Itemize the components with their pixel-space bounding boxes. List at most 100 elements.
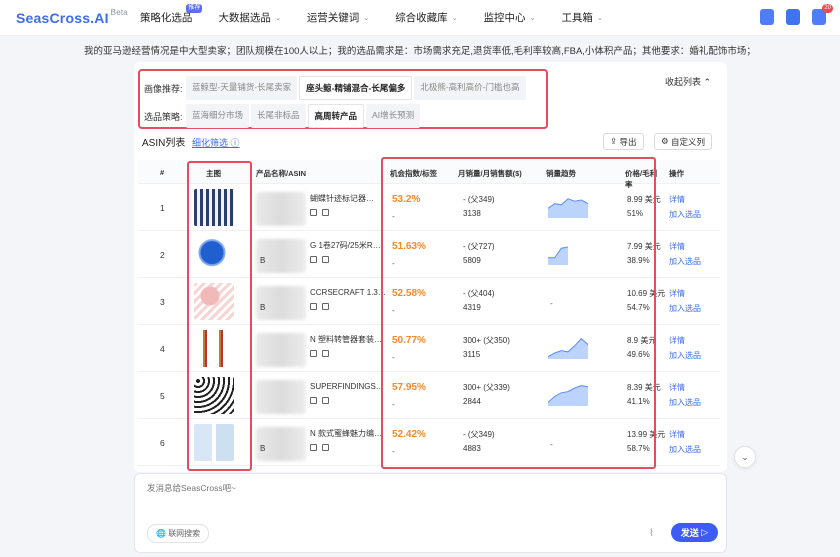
copy-icon[interactable] <box>310 397 317 404</box>
chevron-down-icon: ⌄ <box>529 14 536 22</box>
add-to-selection-link[interactable]: 加入选品 <box>669 303 701 314</box>
add-to-selection-link[interactable]: 加入选品 <box>669 350 701 361</box>
copy-icon[interactable] <box>310 444 317 451</box>
asin-code: B <box>260 303 266 312</box>
asin-list-title: ASIN列表 <box>142 138 186 149</box>
nav-item-1[interactable]: 大数据选品 ⌄ <box>218 10 280 25</box>
send-button[interactable]: 发送 ▷ <box>671 523 718 542</box>
nav-actions: 20 <box>760 4 833 25</box>
tactic-chip-0[interactable]: 蓝海细分市场 <box>186 104 250 128</box>
col-name: 产品名称/ASIN <box>256 169 307 178</box>
detail-link[interactable]: 详情 <box>669 241 685 252</box>
external-link-icon[interactable] <box>322 303 329 310</box>
beta-tag: Beta <box>110 7 128 17</box>
export-icon: ⇪ <box>610 136 620 146</box>
external-link-icon[interactable] <box>322 444 329 451</box>
persona-chip-2[interactable]: 北极熊-高利高价-门槛也高 <box>414 76 526 100</box>
detail-link[interactable]: 详情 <box>669 194 685 205</box>
external-link-icon[interactable] <box>322 209 329 216</box>
copy-icon[interactable] <box>310 209 317 216</box>
nav-item-label: 综合收藏库 <box>395 12 448 24</box>
tactic-chip-3[interactable]: AI增长预测 <box>366 104 421 128</box>
row-index: 6 <box>160 438 165 448</box>
tactic-chip-2[interactable]: 高周转产品 <box>307 104 365 128</box>
user-prompt-text: 我的亚马逊经营情况是中大型卖家；团队规模在100人以上；我的选品需求是：市场需求… <box>84 46 756 57</box>
copy-icon[interactable] <box>310 350 317 357</box>
image-column-highlight <box>187 161 252 471</box>
custom-columns-label: 自定义列 <box>670 136 705 147</box>
detail-link[interactable]: 详情 <box>669 335 685 346</box>
asin-code: B <box>260 444 266 453</box>
persona-chip-0[interactable]: 蓝鲸型-天量铺货-长尾卖家 <box>186 76 298 100</box>
nav-item-2[interactable]: 运营关键词 ⌄ <box>307 10 369 25</box>
nav-item-label: 运营关键词 <box>306 12 360 24</box>
product-actions <box>310 303 329 310</box>
metrics-highlight <box>381 157 656 469</box>
product-name[interactable]: SUPERFINDINGS 125件安全… <box>310 381 386 392</box>
info-icon: ⓘ <box>230 138 240 148</box>
product-name[interactable]: 蝴蝶针迹标记器… <box>310 193 374 204</box>
bell-icon[interactable]: 20 <box>812 4 833 25</box>
copy-icon[interactable] <box>310 256 317 263</box>
tactic-label: 选品策略: <box>144 111 183 122</box>
app-logo[interactable]: SeasCross.AI Beta <box>16 7 128 26</box>
product-name[interactable]: G 1卷27码/25米R… <box>310 240 381 251</box>
book-icon[interactable] <box>786 9 800 25</box>
chat-input[interactable] <box>147 483 547 493</box>
notification-badge: 20 <box>822 4 833 13</box>
detail-link[interactable]: 详情 <box>669 382 685 393</box>
external-link-icon[interactable] <box>322 397 329 404</box>
detail-link[interactable]: 详情 <box>669 429 685 440</box>
copy-icon[interactable] <box>310 303 317 310</box>
chevron-down-icon: ⌄ <box>596 14 603 22</box>
tactic-row: 选品策略: 蓝海细分市场 长尾非标品 高周转产品 AI增长预测 <box>144 104 422 128</box>
add-to-selection-link[interactable]: 加入选品 <box>669 209 701 220</box>
nav-item-label: 大数据选品 <box>218 12 271 24</box>
product-actions <box>310 444 329 451</box>
result-card: 画像推荐: 蓝鲸型-天量铺货-长尾卖家 座头鲸-精铺混合-长尾偏多 北极熊-高利高价… <box>134 62 727 472</box>
chat-composer: 🌐 联网搜索 ⌇ 发送 ▷ <box>134 473 727 553</box>
product-name[interactable]: CCRSECRAFT 1.34英寸巨型R… <box>310 287 386 298</box>
row-index: 3 <box>160 297 165 307</box>
nav-item-label: 工具箱 <box>561 12 593 24</box>
nav-item-0[interactable]: 策略化选品 推荐 <box>139 4 203 25</box>
nav-item-label: 监控中心 <box>483 12 526 24</box>
redacted-brand <box>256 192 306 226</box>
nav-item-label: 策略化选品 <box>139 12 193 24</box>
nav-item-3[interactable]: 综合收藏库 ⌄ <box>395 10 457 25</box>
detail-link[interactable]: 详情 <box>669 288 685 299</box>
external-link-icon[interactable] <box>322 256 329 263</box>
refine-filter-link[interactable]: 细化筛选 ⓘ <box>192 136 240 149</box>
nav-item-5[interactable]: 工具箱 ⌄ <box>561 10 602 25</box>
col-index: # <box>160 168 165 177</box>
send-icon: ▷ <box>698 527 709 537</box>
add-to-selection-link[interactable]: 加入选品 <box>669 397 701 408</box>
add-to-selection-link[interactable]: 加入选品 <box>669 444 701 455</box>
redacted-brand <box>256 380 306 414</box>
gear-icon: ⚙ <box>661 136 671 146</box>
main-menu: 策略化选品 推荐 大数据选品 ⌄ 运营关键词 ⌄ 综合收藏库 ⌄ 监控中心 ⌄ 工具箱 ⌄ <box>139 4 629 25</box>
export-button[interactable]: ⇪ 导出 <box>603 133 644 150</box>
row-index: 2 <box>160 250 165 260</box>
web-search-toggle[interactable]: 🌐 联网搜索 <box>147 524 210 543</box>
custom-columns-button[interactable]: ⚙ 自定义列 <box>654 133 712 150</box>
persona-row: 画像推荐: 蓝鲸型-天量铺货-长尾卖家 座头鲸-精铺混合-长尾偏多 北极熊-高利高价… <box>144 76 528 100</box>
external-link-icon[interactable] <box>322 350 329 357</box>
product-actions <box>310 256 329 263</box>
persona-label: 画像推荐: <box>144 83 183 94</box>
row-index: 5 <box>160 391 165 401</box>
document-icon[interactable] <box>760 9 774 25</box>
persona-chip-1[interactable]: 座头鲸-精铺混合-长尾偏多 <box>299 76 413 100</box>
add-to-selection-link[interactable]: 加入选品 <box>669 256 701 267</box>
recommend-badge: 推荐 <box>186 4 203 13</box>
row-index: 4 <box>160 344 165 354</box>
chevron-down-icon: ⌄ <box>741 451 749 462</box>
product-actions <box>310 350 329 357</box>
tactic-chip-1[interactable]: 长尾非标品 <box>251 104 306 128</box>
nav-item-4[interactable]: 监控中心 ⌄ <box>484 10 536 25</box>
collapse-list-button[interactable]: 收起列表 ⌃ <box>665 75 711 88</box>
scroll-down-button[interactable]: ⌄ <box>734 446 756 468</box>
product-name[interactable]: N 款式蜜蜂魅力编… <box>310 428 382 439</box>
product-name[interactable]: N 塑料转管器套装… <box>310 334 382 345</box>
attachment-icon[interactable]: ⌇ <box>649 528 654 539</box>
